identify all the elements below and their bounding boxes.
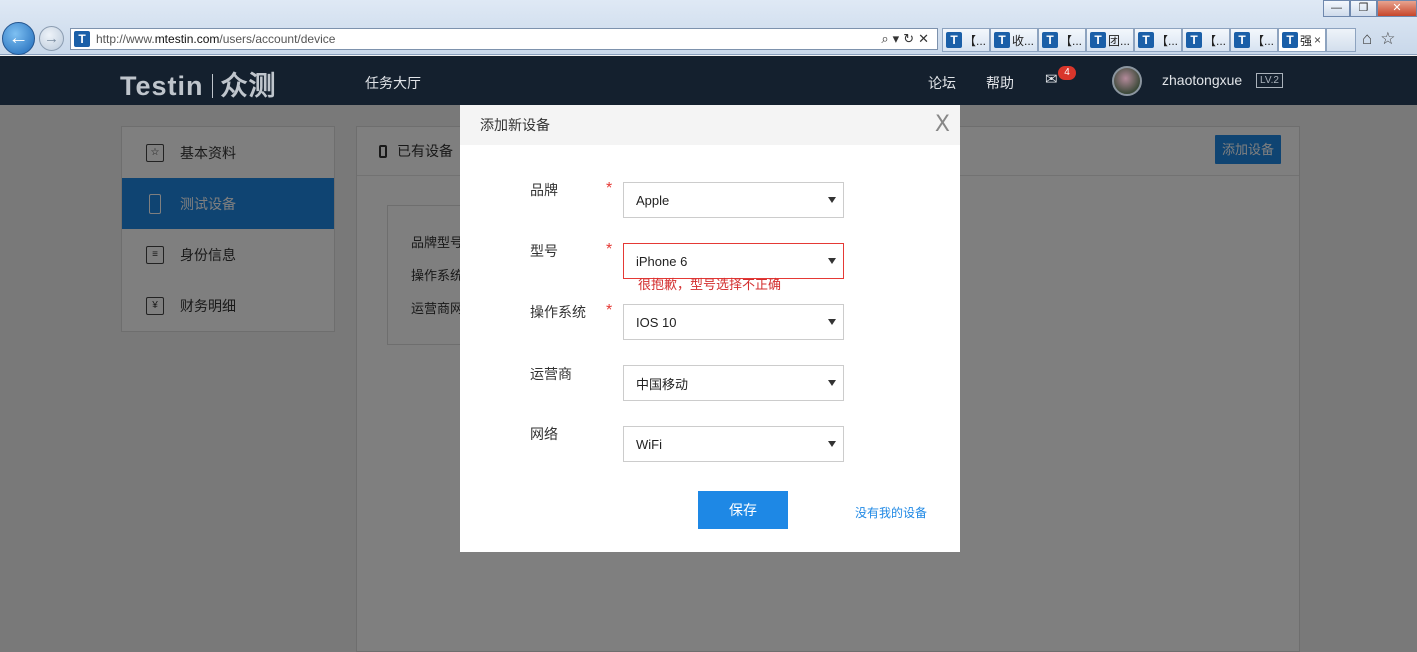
browser-tab[interactable]: T 【...	[1134, 28, 1182, 52]
address-actions: ⌕▾↻✕	[881, 31, 933, 47]
browser-tab[interactable]: T 【...	[1182, 28, 1230, 52]
no-device-link[interactable]: 没有我的设备	[855, 504, 927, 521]
site-favicon-icon: T	[1282, 32, 1298, 48]
site-favicon-icon: T	[946, 32, 962, 48]
network-label: 网络	[530, 426, 558, 442]
carrier-select[interactable]: 中国移动	[623, 365, 844, 401]
browser-chrome: — ❐ ✕ ← → T http://www.mtestin.com/users…	[0, 0, 1417, 55]
required-asterisk: *	[606, 180, 613, 197]
refresh-icon[interactable]: ↻	[903, 31, 918, 46]
os-label: 操作系统	[530, 304, 586, 320]
site-favicon-icon: T	[1234, 32, 1250, 48]
browser-tab[interactable]: T 收...	[990, 28, 1038, 52]
model-label: 型号	[530, 243, 558, 259]
site-favicon-icon: T	[994, 32, 1010, 48]
os-select[interactable]: IOS 10	[623, 304, 844, 340]
stop-icon[interactable]: ✕	[918, 31, 933, 46]
dropdown-icon[interactable]: ▾	[893, 31, 904, 46]
chevron-down-icon	[828, 258, 836, 264]
back-button[interactable]: ←	[2, 22, 35, 55]
arrow-left-icon: ←	[8, 27, 29, 49]
chevron-down-icon	[828, 441, 836, 447]
forward-button[interactable]: →	[39, 26, 64, 51]
level-badge: LV.2	[1256, 73, 1283, 88]
avatar[interactable]	[1112, 66, 1142, 96]
chevron-down-icon	[828, 197, 836, 203]
carrier-label: 运营商	[530, 366, 572, 382]
brand-label: 品牌	[530, 182, 558, 198]
arrow-right-icon: →	[44, 30, 59, 47]
chevron-down-icon	[828, 319, 836, 325]
model-error-message: 很抱歉，型号选择不正确	[638, 277, 782, 292]
chevron-down-icon	[828, 380, 836, 386]
browser-tab-active[interactable]: T 强 ×	[1278, 28, 1326, 52]
address-bar[interactable]: T http://www.mtestin.com/users/account/d…	[70, 28, 938, 50]
required-asterisk: *	[606, 241, 613, 258]
mail-count-badge: 4	[1058, 66, 1076, 80]
minimize-button[interactable]: —	[1323, 0, 1350, 17]
site-header: Testin 众测 任务大厅 论坛 帮助 ✉ 4 zhaotongxue LV.2	[0, 56, 1417, 105]
modal-header: 添加新设备	[460, 105, 960, 145]
browser-tab[interactable]: T 【...	[942, 28, 990, 52]
mail-icon[interactable]: ✉	[1045, 70, 1058, 88]
url-text[interactable]: http://www.mtestin.com/users/account/dev…	[96, 32, 335, 46]
close-icon[interactable]: X	[935, 112, 950, 137]
modal-title: 添加新设备	[480, 117, 550, 133]
restore-button[interactable]: ❐	[1350, 0, 1377, 17]
favorites-star-icon[interactable]: ☆	[1380, 29, 1403, 48]
site-favicon-icon: T	[74, 31, 90, 47]
add-device-modal: 添加新设备 X 品牌 * Apple 型号 * iPhone 6 很抱歉，型号选…	[460, 105, 960, 552]
site-favicon-icon: T	[1042, 32, 1058, 48]
required-asterisk: *	[606, 302, 613, 319]
site-favicon-icon: T	[1186, 32, 1202, 48]
browser-toolbar: ⌂☆	[1362, 29, 1404, 49]
home-icon[interactable]: ⌂	[1362, 29, 1380, 48]
browser-tab[interactable]: T 【...	[1038, 28, 1086, 52]
site-favicon-icon: T	[1138, 32, 1154, 48]
site-favicon-icon: T	[1090, 32, 1106, 48]
window-controls: — ❐ ✕	[1323, 0, 1417, 17]
close-window-button[interactable]: ✕	[1377, 0, 1417, 17]
username[interactable]: zhaotongxue	[1162, 72, 1242, 88]
network-select[interactable]: WiFi	[623, 426, 844, 462]
new-tab-button[interactable]	[1326, 28, 1356, 52]
browser-tabs: T 【... T 收... T 【... T 团... T 【... T 【... T 【..…	[942, 28, 1356, 52]
search-icon[interactable]: ⌕	[881, 31, 892, 46]
save-button[interactable]: 保存	[698, 491, 788, 529]
logo-divider	[211, 74, 213, 98]
browser-tab[interactable]: T 团...	[1086, 28, 1134, 52]
tab-close-icon[interactable]: ×	[1314, 33, 1321, 47]
brand-select[interactable]: Apple	[623, 182, 844, 218]
nav-help[interactable]: 帮助	[986, 73, 1014, 93]
nav-task-hall[interactable]: 任务大厅	[365, 73, 421, 93]
nav-forum[interactable]: 论坛	[928, 73, 956, 93]
browser-tab[interactable]: T 【...	[1230, 28, 1278, 52]
site-logo[interactable]: Testin 众测	[120, 64, 277, 103]
